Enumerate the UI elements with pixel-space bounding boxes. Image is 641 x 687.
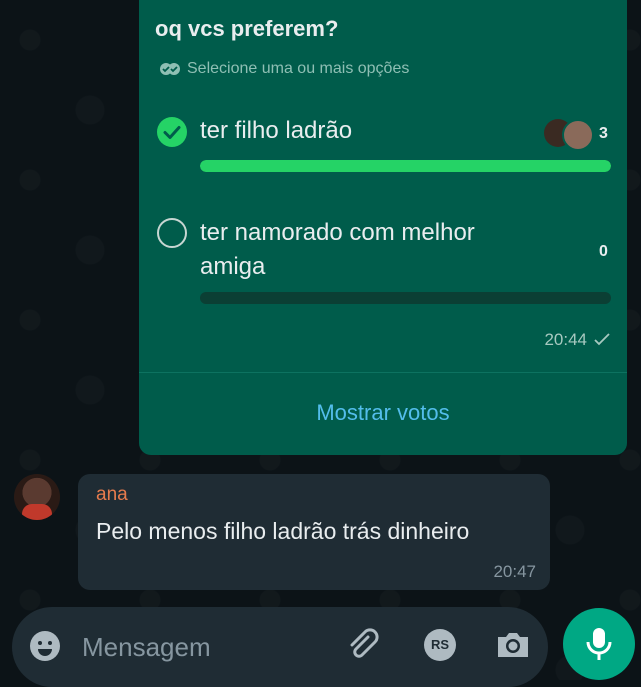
poll-question: oq vcs preferem? — [155, 16, 339, 41]
message-sender-name[interactable]: ana — [96, 484, 128, 506]
poll-option-1-label[interactable]: ter filho ladrão — [200, 114, 352, 148]
poll-hint: Selecione uma ou mais opções — [159, 60, 409, 78]
poll-timestamp: 20:44 — [544, 330, 611, 350]
show-votes-button[interactable]: Mostrar votos — [139, 400, 627, 426]
poll-option-1-bar-fill — [200, 160, 611, 172]
avatar-shirt — [22, 504, 52, 520]
sender-avatar[interactable] — [14, 474, 60, 520]
poll-option-1-bar — [200, 160, 611, 172]
emoji-button[interactable] — [28, 629, 62, 663]
poll-option-1-checkbox[interactable] — [157, 117, 187, 147]
poll-divider — [139, 372, 627, 373]
check-icon — [163, 126, 181, 139]
poll-option-2-label[interactable]: ter namorado com melhor amiga — [200, 216, 530, 284]
poll-message-bubble[interactable]: oq vcs preferem? Selecione uma ou mais o… — [139, 0, 627, 455]
message-composer[interactable]: Mensagem RS — [12, 607, 548, 687]
message-timestamp: 20:47 — [493, 562, 536, 581]
poll-option-1-voter-avatars[interactable] — [544, 119, 594, 151]
poll-option-2-bar — [200, 292, 611, 304]
incoming-message-bubble[interactable]: ana Pelo menos filho ladrão trás dinheir… — [78, 474, 550, 590]
payment-button[interactable]: RS — [424, 629, 456, 661]
camera-button[interactable] — [494, 627, 532, 663]
poll-time-text: 20:44 — [544, 330, 587, 349]
voter-avatar — [562, 119, 594, 151]
camera-icon — [498, 633, 528, 657]
double-check-hint-icon — [159, 62, 181, 76]
poll-option-2-checkbox[interactable] — [157, 218, 187, 248]
message-input[interactable]: Mensagem — [82, 632, 211, 663]
poll-option-1-votes: 3 — [599, 125, 608, 142]
message-text: Pelo menos filho ladrão trás dinheiro — [96, 518, 470, 544]
poll-option-2-votes: 0 — [599, 243, 608, 260]
poll-hint-text: Selecione uma ou mais opções — [187, 60, 410, 77]
voice-record-button[interactable] — [563, 608, 635, 680]
sent-tick-icon — [594, 333, 610, 346]
attach-icon — [350, 628, 379, 658]
mic-icon — [586, 628, 612, 660]
attach-button[interactable] — [342, 625, 382, 665]
emoji-icon — [30, 631, 60, 661]
